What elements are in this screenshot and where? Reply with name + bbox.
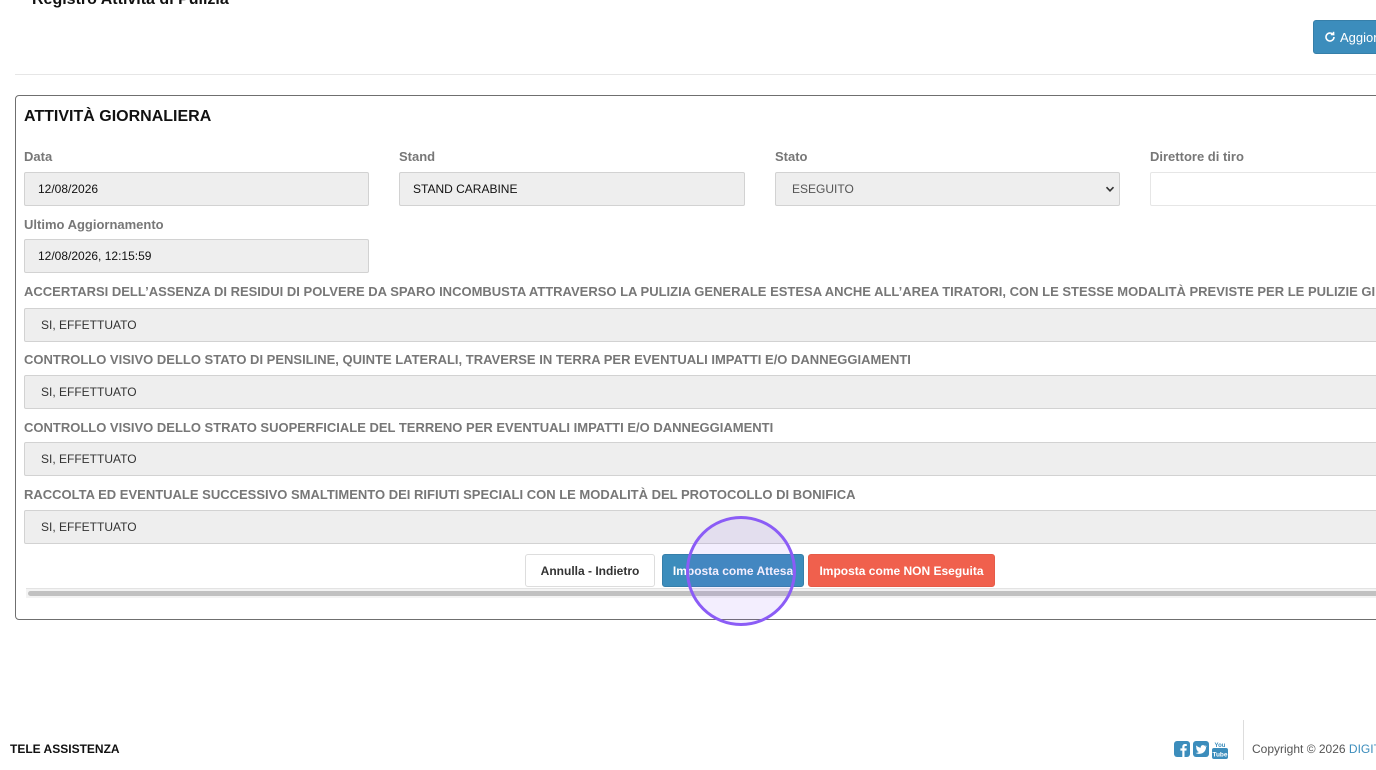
- scrollbar-thumb[interactable]: [28, 591, 1376, 596]
- stato-value: ESEGUITO: [792, 182, 854, 196]
- check-label-residui: ACCERTARSI DELL’ASSENZA DI RESIDUI DI PO…: [24, 284, 1376, 299]
- action-buttons: Annulla - Indietro Imposta come Attesa I…: [16, 554, 1376, 588]
- twitter-icon[interactable]: [1193, 741, 1209, 757]
- stato-select[interactable]: ESEGUITO: [775, 172, 1120, 206]
- header-divider: [15, 74, 1376, 75]
- card-title: ATTIVITÀ GIORNALIERA: [24, 108, 212, 125]
- check-label-terreno: CONTROLLO VISIVO DELLO STRATO SUOPERFICI…: [24, 420, 774, 435]
- refresh-label: Aggiorna: [1340, 29, 1376, 45]
- social-links: You Tube: [1174, 741, 1228, 759]
- copyright-text: Copyright © 2026: [1252, 742, 1349, 756]
- refresh-icon: [1325, 31, 1335, 42]
- stato-label: Stato: [775, 149, 808, 164]
- footer-divider: [1243, 720, 1244, 760]
- tele-assistenza-link[interactable]: TELE ASSISTENZA: [10, 742, 120, 756]
- page-title: Registro Attività di Pulizia: [32, 0, 229, 9]
- direttore-field[interactable]: [1150, 172, 1376, 206]
- chevron-down-icon: [1105, 186, 1115, 192]
- check-field-rifiuti[interactable]: SI, EFFETTUATO: [24, 510, 1376, 544]
- svg-text:You: You: [1215, 743, 1226, 749]
- data-field[interactable]: 12/08/2026: [24, 172, 369, 206]
- youtube-icon[interactable]: You Tube: [1212, 741, 1228, 759]
- set-not-done-button[interactable]: Imposta come NON Eseguita: [808, 554, 995, 587]
- check-field-terreno[interactable]: SI, EFFETTUATO: [24, 442, 1376, 476]
- back-button[interactable]: Annulla - Indietro: [525, 554, 655, 587]
- svg-text:Tube: Tube: [1212, 752, 1227, 759]
- daily-activity-card: ATTIVITÀ GIORNALIERA Data 12/08/2026 Sta…: [15, 95, 1376, 620]
- brand-link[interactable]: DIGIT: [1349, 742, 1376, 756]
- refresh-button[interactable]: Aggiorna: [1313, 20, 1376, 54]
- ultimo-aggiornamento-label: Ultimo Aggiornamento: [24, 217, 164, 232]
- copyright: Copyright © 2026 DIGIT: [1252, 742, 1376, 756]
- check-field-residui[interactable]: SI, EFFETTUATO: [24, 308, 1376, 342]
- stand-label: Stand: [399, 149, 436, 164]
- check-label-rifiuti: RACCOLTA ED EVENTUALE SUCCESSIVO SMALTIM…: [24, 487, 856, 502]
- check-field-pensiline[interactable]: SI, EFFETTUATO: [24, 375, 1376, 409]
- direttore-label: Direttore di tiro: [1150, 149, 1244, 164]
- ultimo-aggiornamento-field[interactable]: 12/08/2026, 12:15:59: [24, 239, 369, 273]
- data-label: Data: [24, 149, 53, 164]
- set-waiting-button[interactable]: Imposta come Attesa: [662, 554, 804, 587]
- check-label-pensiline: CONTROLLO VISIVO DELLO STATO DI PENSILIN…: [24, 352, 911, 367]
- horizontal-scrollbar[interactable]: [26, 588, 1376, 598]
- stand-field[interactable]: STAND CARABINE: [399, 172, 745, 206]
- facebook-icon[interactable]: [1174, 741, 1190, 757]
